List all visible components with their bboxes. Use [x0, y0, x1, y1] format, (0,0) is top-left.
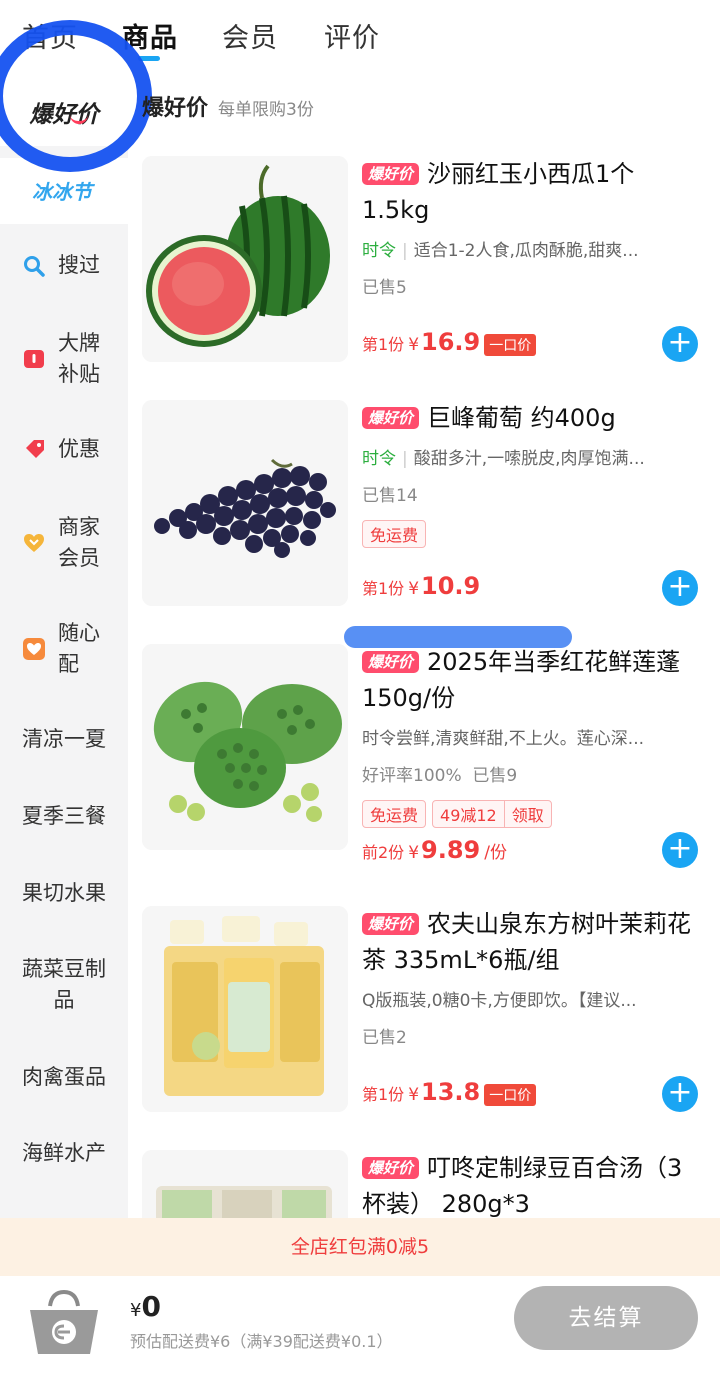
add-to-cart-button[interactable]: + [662, 570, 698, 606]
mung-bean-soup-image[interactable] [142, 1150, 348, 1218]
fixed-price-tag: 一口价 [484, 334, 537, 356]
product-description: 时令 | 适合1-2人食,瓜肉酥脆,甜爽... [362, 241, 639, 261]
sidebar-item-label: 优惠 [58, 437, 100, 461]
bundle-heart-icon [22, 637, 46, 661]
product-price: 第1份 ¥ 10.9 [362, 572, 481, 600]
cart-total: ¥0 [130, 1290, 161, 1323]
tab-membership[interactable]: 会员 [222, 16, 278, 55]
member-heart-icon [22, 531, 46, 555]
add-to-cart-button[interactable]: + [662, 326, 698, 362]
product-tags: 免运费 [362, 520, 702, 548]
baohaojia-badge: 爆好价 [362, 1157, 420, 1179]
free-shipping-tag: 免运费 [362, 520, 427, 548]
coupon-tag[interactable]: 49减12 领取 [432, 800, 552, 828]
product-card[interactable]: 爆好价 农夫山泉东方树叶茉莉花茶 335mL*6瓶/组 Q版瓶装,0糖0卡,方便即… [142, 906, 712, 1126]
product-description: Q版瓶装,0糖0卡,方便即饮。【建议... [362, 991, 637, 1011]
product-price: 第1份 ¥ 16.9 一口价 [362, 328, 537, 356]
search-icon [22, 254, 46, 278]
sidebar-item-label: 大牌 补贴 [58, 331, 100, 386]
product-card[interactable]: 爆好价 巨峰葡萄 约400g 时令 | 酸甜多汁,一嗦脱皮,肉厚饱满... 已售14 … [142, 400, 712, 620]
tab-reviews[interactable]: 评价 [324, 16, 380, 55]
lotus-seedpod-image[interactable] [142, 644, 348, 850]
product-sold-count: 已售14 [362, 486, 418, 506]
sidebar-item-cut-fruit[interactable]: 果切水果 [0, 878, 128, 909]
sidebar-item-summer[interactable]: 清凉一夏 [0, 724, 128, 755]
add-to-cart-button[interactable]: + [662, 832, 698, 868]
fixed-price-tag: 一口价 [484, 1084, 537, 1106]
product-info: 爆好价 沙丽红玉小西瓜1个 1.5kg 时令 | 适合1-2人食,瓜肉酥脆,甜爽...… [362, 156, 702, 298]
product-price: 前2份 ¥ 9.89 /份 [362, 836, 507, 864]
baohaojia-badge: 爆好价 [362, 163, 420, 185]
product-info: 爆好价 农夫山泉东方树叶茉莉花茶 335mL*6瓶/组 Q版瓶装,0糖0卡,方便即… [362, 906, 702, 1048]
watermelon-image[interactable] [142, 156, 348, 362]
product-info: 爆好价 巨峰葡萄 约400g 时令 | 酸甜多汁,一嗦脱皮,肉厚饱满... 已售14 … [362, 400, 702, 548]
store-red-packet-promo[interactable]: 全店红包满0减5 [0, 1218, 720, 1276]
sidebar-item-brand-subsidy[interactable]: 大牌 补贴 [0, 328, 128, 390]
discount-tag-icon [22, 438, 46, 462]
section-title: 爆好价 [142, 96, 209, 121]
product-description: 时令 | 酸甜多汁,一嗦脱皮,肉厚饱满... [362, 449, 645, 469]
sidebar-item-merchant-member[interactable]: 商家 会员 [0, 512, 128, 574]
product-info: 爆好价 叮咚定制绿豆百合汤（3杯装） 280g*3 [362, 1150, 702, 1218]
cart-bar: ¥0 预估配送费¥6（满¥39配送费¥0.1） 去结算 [0, 1276, 720, 1380]
sidebar-item-label: 随心 配 [58, 621, 100, 676]
sidebar-item-meat-eggs[interactable]: 肉禽蛋品 [0, 1062, 128, 1093]
product-title[interactable]: 爆好价 沙丽红玉小西瓜1个 1.5kg [362, 156, 702, 228]
sidebar-item-discount[interactable]: 优惠 [0, 434, 128, 465]
product-tags: 免运费 49减12 领取 [362, 800, 702, 828]
highlight-circle-annotation [0, 20, 152, 172]
section-subtitle: 每单限购3份 [218, 100, 314, 120]
baohaojia-badge: 爆好价 [362, 651, 420, 673]
product-sold-count: 已售5 [362, 278, 407, 298]
product-title[interactable]: 爆好价 巨峰葡萄 约400g [362, 400, 702, 436]
product-card[interactable]: 爆好价 2025年当季红花鲜莲蓬 150g/份 时令尝鲜,清爽鲜甜,不上火。莲心深… [142, 644, 712, 884]
baohaojia-badge: 爆好价 [362, 407, 420, 429]
checkout-button[interactable]: 去结算 [514, 1286, 698, 1350]
grapes-image[interactable] [142, 400, 348, 606]
shipping-fee-estimate: 预估配送费¥6（满¥39配送费¥0.1） [130, 1332, 393, 1351]
product-card[interactable]: 爆好价 沙丽红玉小西瓜1个 1.5kg 时令 | 适合1-2人食,瓜肉酥脆,甜爽...… [142, 156, 712, 376]
product-title[interactable]: 爆好价 2025年当季红花鲜莲蓬 150g/份 [362, 644, 702, 716]
product-sold-count: 已售2 [362, 1028, 407, 1048]
jasmine-tea-image[interactable] [142, 906, 348, 1112]
free-shipping-tag: 免运费 [362, 800, 427, 828]
sidebar-item-summer-meals[interactable]: 夏季三餐 [0, 801, 128, 832]
brand-subsidy-icon [22, 347, 46, 371]
sidebar-item-searched[interactable]: 搜过 [0, 250, 128, 281]
section-header: 爆好价 每单限购3份 [142, 90, 314, 122]
sidebar-item-label: 商家 会员 [58, 515, 100, 570]
add-to-cart-button[interactable]: + [662, 1076, 698, 1112]
sidebar-item-vegetables-tofu[interactable]: 蔬菜豆制 品 [0, 954, 128, 1016]
shopping-basket-icon[interactable] [26, 1288, 102, 1360]
sidebar-item-seafood[interactable]: 海鲜水产 [0, 1138, 128, 1169]
sidebar-item-bundle[interactable]: 随心 配 [0, 618, 128, 680]
highlight-scribble-annotation [344, 626, 572, 648]
bingbingjie-banner-text: 冰冰节 [32, 180, 92, 204]
product-title[interactable]: 爆好价 农夫山泉东方树叶茉莉花茶 335mL*6瓶/组 [362, 906, 702, 978]
product-price: 第1份 ¥ 13.8 一口价 [362, 1078, 537, 1106]
baohaojia-badge: 爆好价 [362, 913, 420, 935]
category-sidebar: 爆好价 冰冰节 搜过 大牌 补贴 优惠 商家 会员 随心 配 清凉一夏 夏季三餐… [0, 78, 128, 1218]
product-title[interactable]: 爆好价 叮咚定制绿豆百合汤（3杯装） 280g*3 [362, 1150, 702, 1218]
product-sold-count: 好评率100% 已售9 [362, 766, 518, 786]
sidebar-item-label: 搜过 [58, 253, 100, 277]
product-info: 爆好价 2025年当季红花鲜莲蓬 150g/份 时令尝鲜,清爽鲜甜,不上火。莲心深… [362, 644, 702, 828]
product-card[interactable]: 爆好价 叮咚定制绿豆百合汤（3杯装） 280g*3 [142, 1150, 712, 1218]
product-description: 时令尝鲜,清爽鲜甜,不上火。莲心深... [362, 729, 645, 749]
